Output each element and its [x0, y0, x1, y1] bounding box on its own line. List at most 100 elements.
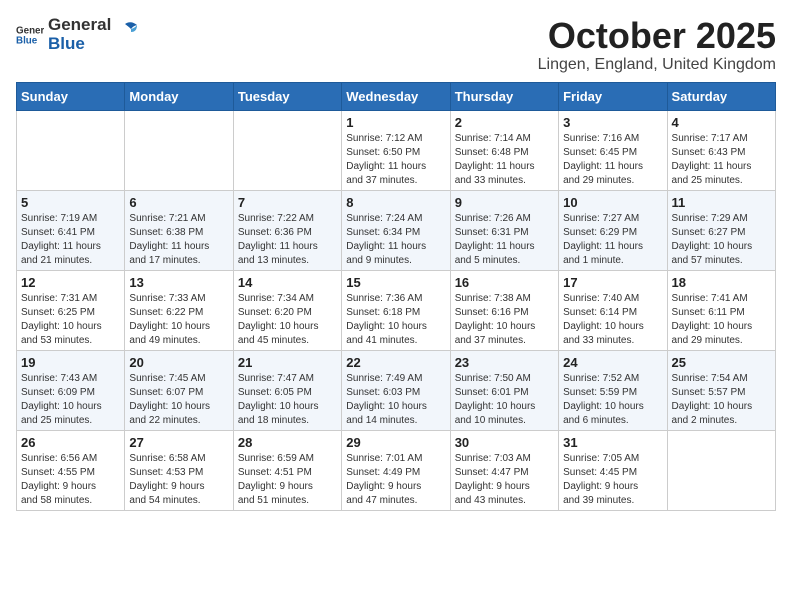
- day-number: 2: [455, 115, 554, 130]
- calendar-cell: 2 Sunrise: 7:14 AM Sunset: 6:48 PM Daylig…: [450, 110, 558, 190]
- day-number: 26: [21, 435, 120, 450]
- day-number: 16: [455, 275, 554, 290]
- day-info: Sunrise: 7:45 AM Sunset: 6:07 PM Dayligh…: [129, 372, 228, 428]
- day-info: Sunrise: 7:22 AM Sunset: 6:36 PM Dayligh…: [238, 212, 337, 268]
- day-number: 6: [129, 195, 228, 210]
- day-number: 28: [238, 435, 337, 450]
- calendar-cell: 7 Sunrise: 7:22 AM Sunset: 6:36 PM Daylig…: [233, 190, 341, 270]
- title-block: October 2025 Lingen, England, United Kin…: [538, 16, 776, 74]
- week-row-2: 5Sunrise: 7:19 AM Sunset: 6:41 PM Daylig…: [17, 190, 776, 270]
- logo: General Blue General Blue: [16, 16, 139, 53]
- weekday-header-sunday: Sunday: [17, 82, 125, 110]
- week-row-4: 19 Sunrise: 7:43 AM Sunset: 6:09 PM Dayli…: [17, 350, 776, 430]
- day-info: Sunrise: 7:31 AM Sunset: 6:25 PM Dayligh…: [21, 292, 120, 348]
- calendar-cell: 9 Sunrise: 7:26 AM Sunset: 6:31 PM Daylig…: [450, 190, 558, 270]
- day-number: 11: [672, 195, 771, 210]
- calendar-cell: 1 Sunrise: 7:12 AM Sunset: 6:50 PM Daylig…: [342, 110, 450, 190]
- calendar-cell: 4Sunrise: 7:17 AM Sunset: 6:43 PM Daylig…: [667, 110, 775, 190]
- day-number: 21: [238, 355, 337, 370]
- weekday-header-wednesday: Wednesday: [342, 82, 450, 110]
- calendar-cell: 23Sunrise: 7:50 AM Sunset: 6:01 PM Dayli…: [450, 350, 558, 430]
- day-number: 31: [563, 435, 662, 450]
- day-number: 29: [346, 435, 445, 450]
- day-number: 1: [346, 115, 445, 130]
- calendar-cell: 22Sunrise: 7:49 AM Sunset: 6:03 PM Dayli…: [342, 350, 450, 430]
- day-number: 8: [346, 195, 445, 210]
- weekday-header-saturday: Saturday: [667, 82, 775, 110]
- day-info: Sunrise: 7:49 AM Sunset: 6:03 PM Dayligh…: [346, 372, 445, 428]
- calendar-cell: [667, 430, 775, 510]
- calendar-cell: 3 Sunrise: 7:16 AM Sunset: 6:45 PM Daylig…: [559, 110, 667, 190]
- day-info: Sunrise: 7:47 AM Sunset: 6:05 PM Dayligh…: [238, 372, 337, 428]
- day-info: Sunrise: 7:12 AM Sunset: 6:50 PM Dayligh…: [346, 132, 445, 188]
- calendar-cell: 26 Sunrise: 6:56 AM Sunset: 4:55 PM Dayli…: [17, 430, 125, 510]
- day-number: 5: [21, 195, 120, 210]
- day-info: Sunrise: 7:27 AM Sunset: 6:29 PM Dayligh…: [563, 212, 662, 268]
- weekday-header-row: SundayMondayTuesdayWednesdayThursdayFrid…: [17, 82, 776, 110]
- calendar-cell: 19 Sunrise: 7:43 AM Sunset: 6:09 PM Dayli…: [17, 350, 125, 430]
- weekday-header-tuesday: Tuesday: [233, 82, 341, 110]
- day-info: Sunrise: 7:40 AM Sunset: 6:14 PM Dayligh…: [563, 292, 662, 348]
- day-number: 12: [21, 275, 120, 290]
- calendar-cell: 21 Sunrise: 7:47 AM Sunset: 6:05 PM Dayli…: [233, 350, 341, 430]
- calendar-cell: [17, 110, 125, 190]
- week-row-3: 12 Sunrise: 7:31 AM Sunset: 6:25 PM Dayli…: [17, 270, 776, 350]
- day-info: Sunrise: 7:14 AM Sunset: 6:48 PM Dayligh…: [455, 132, 554, 188]
- calendar-cell: 31Sunrise: 7:05 AM Sunset: 4:45 PM Dayli…: [559, 430, 667, 510]
- day-number: 24: [563, 355, 662, 370]
- calendar-cell: 10 Sunrise: 7:27 AM Sunset: 6:29 PM Dayli…: [559, 190, 667, 270]
- day-number: 13: [129, 275, 228, 290]
- day-number: 3: [563, 115, 662, 130]
- day-info: Sunrise: 7:29 AM Sunset: 6:27 PM Dayligh…: [672, 212, 771, 268]
- day-number: 9: [455, 195, 554, 210]
- logo-icon: General Blue: [16, 21, 44, 49]
- day-number: 27: [129, 435, 228, 450]
- day-info: Sunrise: 7:34 AM Sunset: 6:20 PM Dayligh…: [238, 292, 337, 348]
- calendar-cell: 14Sunrise: 7:34 AM Sunset: 6:20 PM Dayli…: [233, 270, 341, 350]
- calendar-cell: 13Sunrise: 7:33 AM Sunset: 6:22 PM Dayli…: [125, 270, 233, 350]
- calendar-cell: 25Sunrise: 7:54 AM Sunset: 5:57 PM Dayli…: [667, 350, 775, 430]
- day-info: Sunrise: 7:17 AM Sunset: 6:43 PM Dayligh…: [672, 132, 771, 188]
- week-row-5: 26 Sunrise: 6:56 AM Sunset: 4:55 PM Dayli…: [17, 430, 776, 510]
- day-number: 17: [563, 275, 662, 290]
- calendar-cell: 24Sunrise: 7:52 AM Sunset: 5:59 PM Dayli…: [559, 350, 667, 430]
- logo-general: General: [48, 16, 111, 35]
- day-number: 7: [238, 195, 337, 210]
- day-number: 20: [129, 355, 228, 370]
- day-info: Sunrise: 6:58 AM Sunset: 4:53 PM Dayligh…: [129, 452, 228, 508]
- calendar-cell: 17 Sunrise: 7:40 AM Sunset: 6:14 PM Dayli…: [559, 270, 667, 350]
- calendar-table: SundayMondayTuesdayWednesdayThursdayFrid…: [16, 82, 776, 511]
- day-info: Sunrise: 7:16 AM Sunset: 6:45 PM Dayligh…: [563, 132, 662, 188]
- day-number: 19: [21, 355, 120, 370]
- calendar-cell: 29 Sunrise: 7:01 AM Sunset: 4:49 PM Dayli…: [342, 430, 450, 510]
- svg-text:Blue: Blue: [16, 35, 38, 46]
- month-title: October 2025: [538, 16, 776, 56]
- week-row-1: 1 Sunrise: 7:12 AM Sunset: 6:50 PM Daylig…: [17, 110, 776, 190]
- day-info: Sunrise: 6:59 AM Sunset: 4:51 PM Dayligh…: [238, 452, 337, 508]
- day-info: Sunrise: 7:03 AM Sunset: 4:47 PM Dayligh…: [455, 452, 554, 508]
- day-info: Sunrise: 6:56 AM Sunset: 4:55 PM Dayligh…: [21, 452, 120, 508]
- day-info: Sunrise: 7:21 AM Sunset: 6:38 PM Dayligh…: [129, 212, 228, 268]
- calendar-cell: 6 Sunrise: 7:21 AM Sunset: 6:38 PM Daylig…: [125, 190, 233, 270]
- day-number: 30: [455, 435, 554, 450]
- day-info: Sunrise: 7:41 AM Sunset: 6:11 PM Dayligh…: [672, 292, 771, 348]
- calendar-cell: [125, 110, 233, 190]
- day-number: 10: [563, 195, 662, 210]
- logo-bird-icon: [117, 20, 139, 42]
- logo-blue: Blue: [48, 35, 111, 54]
- calendar-cell: 28 Sunrise: 6:59 AM Sunset: 4:51 PM Dayli…: [233, 430, 341, 510]
- calendar-cell: 30 Sunrise: 7:03 AM Sunset: 4:47 PM Dayli…: [450, 430, 558, 510]
- calendar-cell: 11 Sunrise: 7:29 AM Sunset: 6:27 PM Dayli…: [667, 190, 775, 270]
- calendar-cell: 15Sunrise: 7:36 AM Sunset: 6:18 PM Dayli…: [342, 270, 450, 350]
- weekday-header-monday: Monday: [125, 82, 233, 110]
- location: Lingen, England, United Kingdom: [538, 56, 776, 74]
- calendar-cell: 27 Sunrise: 6:58 AM Sunset: 4:53 PM Dayli…: [125, 430, 233, 510]
- day-number: 15: [346, 275, 445, 290]
- day-info: Sunrise: 7:38 AM Sunset: 6:16 PM Dayligh…: [455, 292, 554, 348]
- day-info: Sunrise: 7:26 AM Sunset: 6:31 PM Dayligh…: [455, 212, 554, 268]
- calendar-cell: 20 Sunrise: 7:45 AM Sunset: 6:07 PM Dayli…: [125, 350, 233, 430]
- day-info: Sunrise: 7:43 AM Sunset: 6:09 PM Dayligh…: [21, 372, 120, 428]
- weekday-header-friday: Friday: [559, 82, 667, 110]
- day-info: Sunrise: 7:01 AM Sunset: 4:49 PM Dayligh…: [346, 452, 445, 508]
- calendar-cell: 16 Sunrise: 7:38 AM Sunset: 6:16 PM Dayli…: [450, 270, 558, 350]
